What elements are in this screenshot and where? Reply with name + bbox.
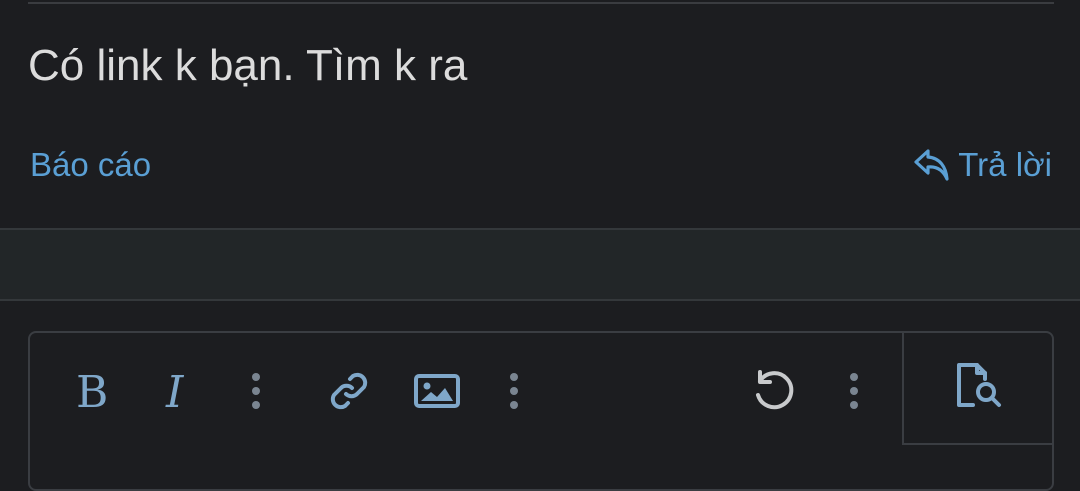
- reply-button[interactable]: Trả lời: [912, 145, 1052, 185]
- section-separator: [0, 228, 1080, 301]
- more-text-options-button[interactable]: [242, 361, 270, 425]
- more-insert-options-button[interactable]: [500, 361, 528, 425]
- insert-image-button[interactable]: [412, 361, 462, 425]
- more-vertical-icon: [509, 372, 519, 415]
- italic-icon: I: [160, 367, 196, 418]
- link-icon: [326, 368, 372, 419]
- post-divider: [28, 2, 1054, 4]
- post-message-text: Có link k bạn. Tìm k ra: [28, 41, 468, 90]
- undo-button[interactable]: [748, 361, 800, 425]
- svg-text:B: B: [76, 369, 108, 413]
- bold-button[interactable]: B: [70, 361, 114, 425]
- more-vertical-icon: [251, 372, 261, 415]
- bold-icon: B: [74, 367, 110, 418]
- insert-link-button[interactable]: [324, 361, 374, 425]
- reply-editor[interactable]: B I: [28, 331, 1054, 491]
- reply-icon: [912, 146, 952, 184]
- image-icon: [413, 372, 461, 415]
- preview-icon: [953, 361, 1005, 414]
- undo-icon: [750, 367, 798, 420]
- preview-button[interactable]: [902, 333, 1052, 445]
- svg-text:I: I: [165, 369, 185, 413]
- more-options-button[interactable]: [840, 361, 868, 425]
- report-link[interactable]: Báo cáo: [30, 145, 151, 185]
- more-vertical-icon: [849, 372, 859, 415]
- reply-label: Trả lời: [958, 146, 1052, 183]
- forum-post: Có link k bạn. Tìm k ra Báo cáo Trả lời: [0, 0, 1080, 228]
- italic-button[interactable]: I: [156, 361, 200, 425]
